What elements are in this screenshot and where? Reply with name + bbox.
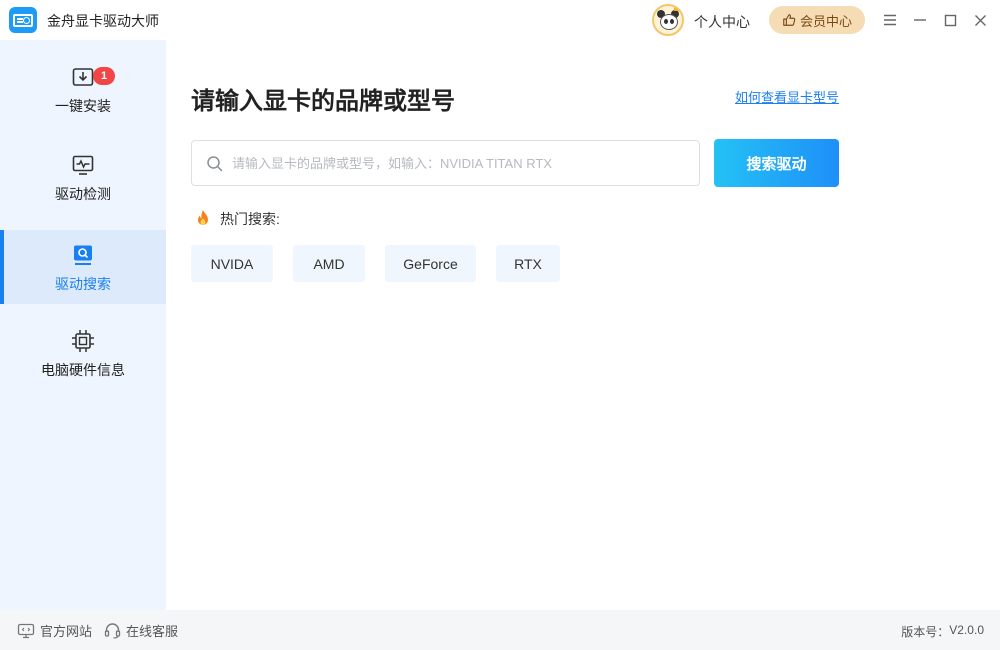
- search-monitor-icon: [70, 242, 96, 268]
- official-site-link[interactable]: 官方网站: [17, 621, 92, 640]
- online-service-label: 在线客服: [126, 624, 179, 639]
- minimize-button[interactable]: [908, 8, 932, 32]
- version-info: 版本号： V2.0.0: [901, 623, 984, 640]
- how-to-check-model-link[interactable]: 如何查看显卡型号: [735, 87, 839, 106]
- headset-icon: [104, 623, 121, 639]
- fire-icon: [198, 210, 208, 225]
- hot-tag-rtx[interactable]: RTX: [496, 245, 560, 282]
- hot-search-label: 热门搜索:: [220, 211, 280, 227]
- footer: 官方网站 在线客服 版本号： V2.0.0: [0, 610, 1000, 650]
- maximize-button[interactable]: [938, 8, 962, 32]
- thumbs-up-icon: [783, 14, 796, 26]
- update-count-badge: 1: [93, 67, 115, 85]
- version-value: V2.0.0: [949, 623, 984, 637]
- sidebar-item-label: 驱动检测: [55, 186, 111, 202]
- chip-icon: [70, 328, 96, 354]
- minimize-icon: [914, 19, 926, 21]
- close-button[interactable]: [968, 8, 992, 32]
- member-center-label: 会员中心: [799, 13, 852, 29]
- hot-tag-amd[interactable]: AMD: [293, 245, 365, 282]
- sidebar-item-label: 电脑硬件信息: [41, 362, 125, 378]
- sidebar-item-one-click-install[interactable]: 1 一键安装: [0, 52, 166, 126]
- close-icon: [974, 14, 986, 26]
- version-label: 版本号：: [901, 625, 950, 639]
- online-service-link[interactable]: 在线客服: [104, 621, 178, 640]
- title-bar: 金舟显卡驱动大师 个人中心 会员中心: [0, 0, 1000, 40]
- search-icon: [207, 156, 223, 172]
- hot-tag-geforce[interactable]: GeForce: [385, 245, 476, 282]
- hot-tag-nvida[interactable]: NVIDA: [191, 245, 273, 282]
- monitor-icon: [17, 623, 35, 638]
- menu-button[interactable]: [878, 8, 902, 32]
- maximize-icon: [944, 14, 956, 26]
- search-input[interactable]: [232, 141, 692, 185]
- personal-center-link[interactable]: 个人中心: [694, 12, 750, 32]
- app-title: 金舟显卡驱动大师: [47, 13, 159, 29]
- official-site-label: 官方网站: [40, 624, 93, 639]
- monitor-pulse-icon: [70, 152, 96, 178]
- sidebar-item-label: 一键安装: [55, 98, 111, 114]
- hot-search-row: 热门搜索:: [194, 208, 280, 230]
- page-title: 请输入显卡的品牌或型号: [191, 88, 455, 115]
- sidebar-item-driver-search[interactable]: 驱动搜索: [0, 230, 166, 304]
- sidebar: 1 一键安装 驱动检测 驱动搜索 电脑硬件信息: [0, 40, 166, 610]
- hamburger-icon: [884, 14, 896, 26]
- search-box: [191, 140, 700, 186]
- sidebar-item-hardware-info[interactable]: 电脑硬件信息: [0, 316, 166, 390]
- member-center-button[interactable]: 会员中心: [769, 6, 865, 34]
- sidebar-item-driver-detect[interactable]: 驱动检测: [0, 140, 166, 214]
- search-driver-button[interactable]: 搜索驱动: [714, 139, 839, 187]
- app-logo-icon: [9, 7, 37, 33]
- sidebar-item-label: 驱动搜索: [55, 276, 111, 292]
- avatar[interactable]: [652, 4, 684, 36]
